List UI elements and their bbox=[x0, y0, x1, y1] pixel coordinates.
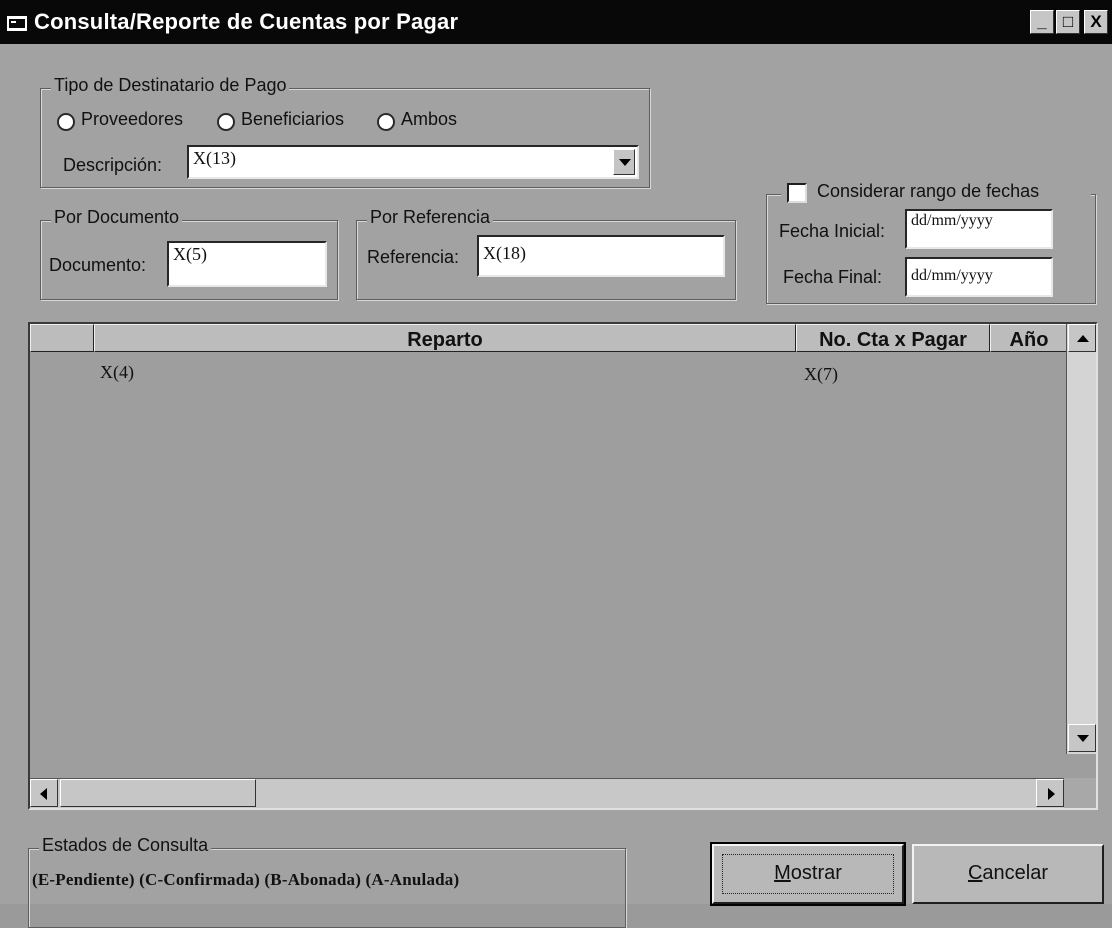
por-referencia-group: Por Referencia Referencia: X(18) bbox=[356, 207, 736, 300]
scrollbar-corner bbox=[1064, 778, 1096, 808]
por-referencia-legend: Por Referencia bbox=[367, 207, 494, 228]
scroll-right-button[interactable] bbox=[1036, 779, 1064, 807]
close-button[interactable]: X bbox=[1084, 10, 1108, 34]
cancelar-label: ancelar bbox=[982, 862, 1049, 884]
referencia-label: Referencia: bbox=[367, 247, 460, 267]
fecha-final-value: dd/mm/yyyy bbox=[911, 267, 993, 284]
descripcion-value: X(13) bbox=[193, 148, 236, 168]
fecha-final-input[interactable]: dd/mm/yyyy bbox=[905, 257, 1053, 297]
table-row[interactable]: X(4) X(7) bbox=[30, 356, 1066, 386]
rango-fechas-group: Considerar rango de fechas Fecha Inicial… bbox=[766, 181, 1096, 304]
app-window-icon bbox=[7, 16, 27, 31]
arrow-up-icon bbox=[1077, 335, 1089, 342]
por-documento-legend: Por Documento bbox=[51, 207, 183, 228]
scroll-down-button[interactable] bbox=[1068, 724, 1096, 752]
documento-input[interactable]: X(5) bbox=[167, 241, 327, 287]
arrow-right-icon bbox=[1048, 788, 1055, 800]
descripcion-combobox[interactable]: X(13) bbox=[187, 145, 639, 179]
fecha-final-label: Fecha Final: bbox=[783, 267, 883, 287]
maximize-icon: □ bbox=[1062, 12, 1074, 31]
radio-ambos[interactable] bbox=[377, 113, 395, 131]
fecha-inicial-input[interactable]: dd/mm/yyyy bbox=[905, 209, 1053, 249]
radio-proveedores[interactable] bbox=[57, 113, 75, 131]
grid-horizontal-scrollbar[interactable] bbox=[30, 778, 1066, 808]
title-bar[interactable]: Consulta/Reporte de Cuentas por Pagar _ … bbox=[0, 0, 1112, 44]
cell-no-cta: X(7) bbox=[804, 364, 838, 384]
window-title: Consulta/Reporte de Cuentas por Pagar bbox=[34, 9, 459, 34]
arrow-down-icon bbox=[1077, 735, 1089, 742]
estados-legend: Estados de Consulta bbox=[39, 835, 212, 856]
rango-fechas-header: Considerar rango de fechas bbox=[781, 181, 1091, 207]
radio-beneficiarios-label[interactable]: Beneficiarios bbox=[241, 109, 344, 130]
consulta-window: Consulta/Reporte de Cuentas por Pagar _ … bbox=[0, 0, 1112, 928]
referencia-value: X(18) bbox=[483, 243, 526, 263]
fecha-inicial-label: Fecha Inicial: bbox=[779, 221, 886, 241]
documento-label: Documento: bbox=[49, 255, 147, 275]
descripcion-label: Descripción: bbox=[63, 155, 163, 175]
considerar-rango-checkbox[interactable] bbox=[787, 183, 807, 203]
horizontal-scroll-thumb[interactable] bbox=[60, 779, 256, 807]
scroll-left-button[interactable] bbox=[30, 779, 58, 807]
grid-header-anio[interactable]: Año bbox=[990, 324, 1068, 352]
radio-ambos-label[interactable]: Ambos bbox=[401, 109, 457, 130]
tipo-destinatario-group: Tipo de Destinatario de Pago Proveedores… bbox=[40, 75, 650, 188]
por-documento-group: Por Documento Documento: X(5) bbox=[40, 207, 338, 300]
close-icon: X bbox=[1090, 12, 1102, 31]
fecha-inicial-value: dd/mm/yyyy bbox=[911, 212, 993, 229]
grid-header-no-cta[interactable]: No. Cta x Pagar bbox=[796, 324, 990, 352]
cuentas-grid[interactable]: Reparto No. Cta x Pagar Año X(4) X(7) bbox=[28, 322, 1098, 810]
minimize-button[interactable]: _ bbox=[1030, 10, 1054, 34]
cell-reparto: X(4) bbox=[100, 362, 134, 382]
scroll-up-button[interactable] bbox=[1068, 324, 1096, 352]
minimize-icon: _ bbox=[1037, 12, 1047, 31]
tipo-destinatario-legend: Tipo de Destinatario de Pago bbox=[51, 75, 290, 96]
referencia-input[interactable]: X(18) bbox=[477, 235, 725, 277]
considerar-rango-label[interactable]: Considerar rango de fechas bbox=[817, 181, 1039, 202]
radio-beneficiarios[interactable] bbox=[217, 113, 235, 131]
documento-value: X(5) bbox=[173, 244, 207, 264]
arrow-left-icon bbox=[40, 788, 47, 800]
estados-text: (E-Pendiente) (C-Confirmada) (B-Abonada)… bbox=[32, 870, 460, 889]
radio-proveedores-label[interactable]: Proveedores bbox=[81, 109, 183, 130]
mostrar-button[interactable]: Mostrar bbox=[710, 842, 906, 906]
focus-rectangle bbox=[722, 854, 894, 894]
descripcion-dropdown-button[interactable] bbox=[613, 149, 635, 175]
maximize-button[interactable]: □ bbox=[1056, 10, 1080, 34]
grid-header-selector[interactable] bbox=[30, 324, 94, 352]
cancelar-mnemonic: C bbox=[967, 862, 983, 884]
chevron-down-icon bbox=[619, 159, 631, 166]
grid-vertical-scrollbar[interactable] bbox=[1066, 324, 1096, 754]
grid-header-reparto[interactable]: Reparto bbox=[94, 324, 796, 352]
cancelar-button[interactable]: Cancelar bbox=[912, 844, 1104, 904]
